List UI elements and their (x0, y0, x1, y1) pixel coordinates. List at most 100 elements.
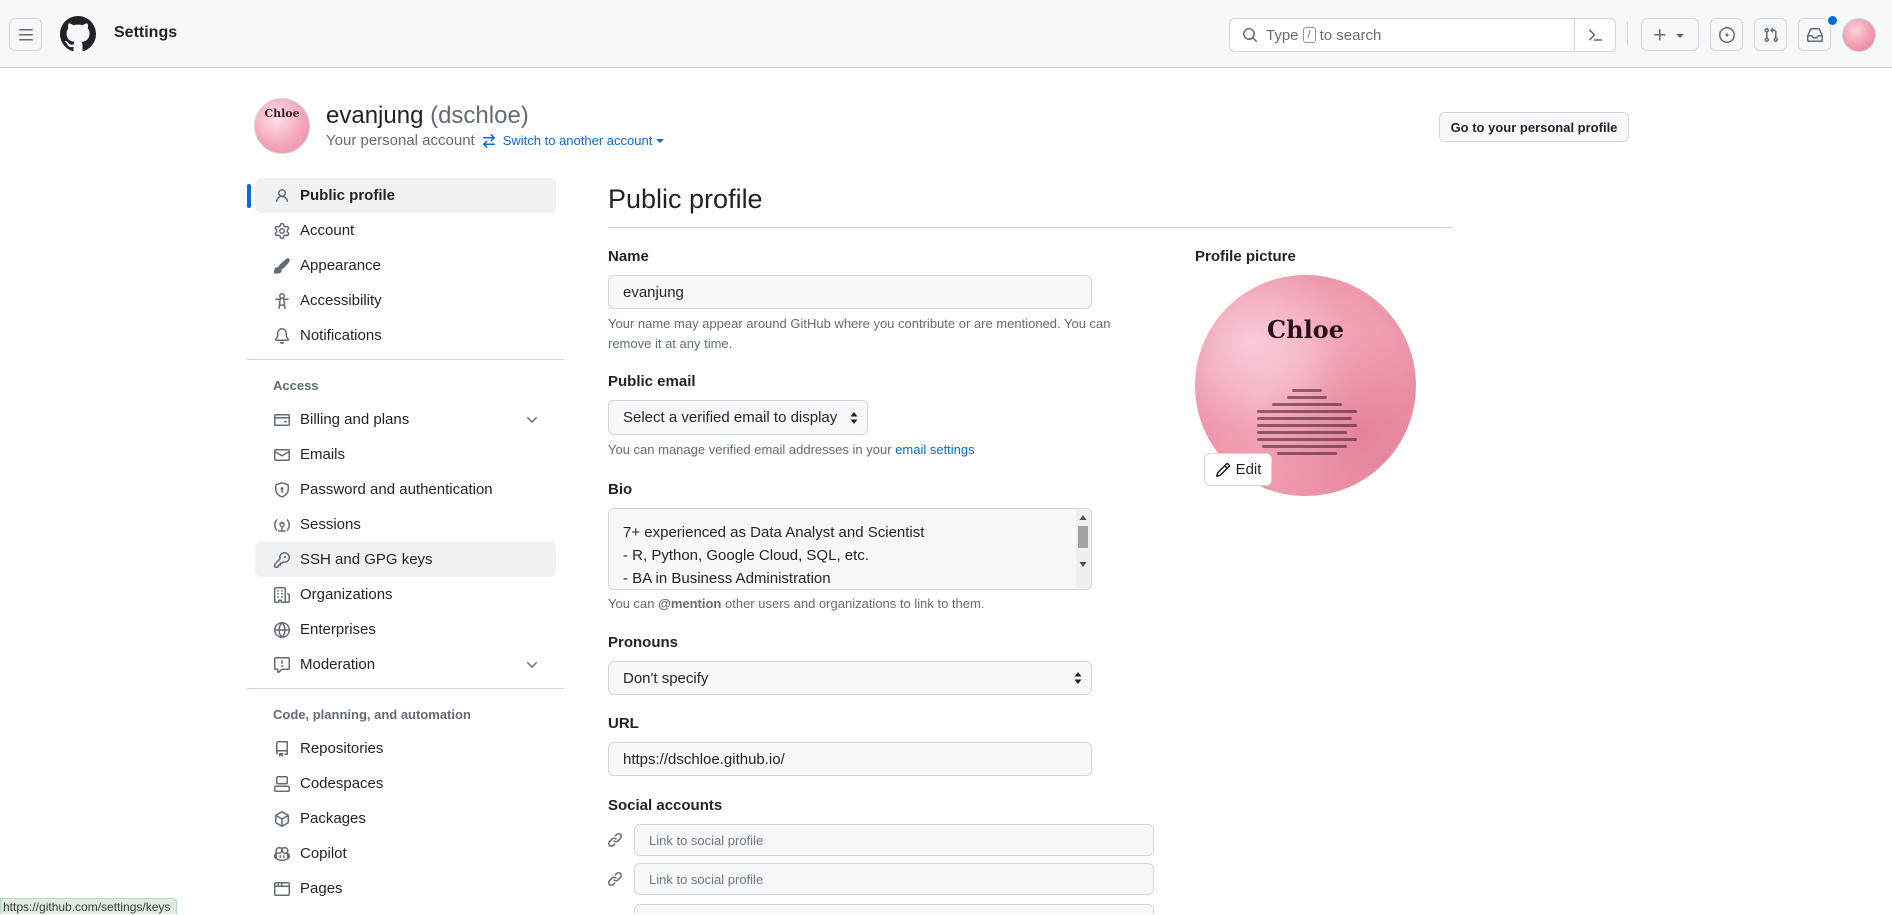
page-title: Public profile (608, 184, 763, 214)
sidebar-item-billing[interactable]: Billing and plans (255, 402, 556, 437)
sidebar-item-enterprises[interactable]: Enterprises (255, 612, 556, 647)
create-new-button[interactable] (1641, 18, 1699, 51)
sidebar-item-packages[interactable]: Packages (255, 801, 556, 836)
name-field-value: evanjung (623, 283, 684, 301)
sidebar-item-accessibility[interactable]: Accessibility (255, 283, 556, 318)
scroll-down-icon (1079, 562, 1087, 567)
sidebar-item-label: Codespaces (300, 775, 384, 792)
accessibility-icon (273, 292, 291, 310)
sidebar-item-emails[interactable]: Emails (255, 437, 556, 472)
sidebar-item-codespaces[interactable]: Codespaces (255, 766, 556, 801)
codespaces-icon (273, 775, 291, 793)
git-pull-request-icon (1763, 27, 1778, 42)
name-label: Name (608, 248, 649, 265)
profile-picture-decoration (1257, 385, 1357, 459)
pronouns-select[interactable]: Don't specify (608, 661, 1092, 695)
social-link-input-1[interactable]: Link to social profile (634, 824, 1154, 856)
account-display-name[interactable]: evanjung (326, 102, 423, 129)
issues-button[interactable] (1710, 18, 1743, 51)
menu-button[interactable] (9, 18, 42, 51)
plus-icon (1654, 28, 1666, 40)
terminal-icon (1589, 29, 1602, 41)
search-prefix: Type (1266, 26, 1299, 44)
report-icon (273, 656, 291, 674)
sidebar-item-pages[interactable]: Pages (255, 871, 556, 906)
edit-picture-button[interactable]: Edit (1204, 453, 1272, 486)
sidebar-item-appearance[interactable]: Appearance (255, 248, 556, 283)
arrow-switch-icon (482, 133, 495, 148)
sidebar-item-label: Copilot (300, 845, 347, 862)
name-field[interactable]: evanjung (608, 275, 1092, 309)
url-field[interactable]: https://dschloe.github.io/ (608, 742, 1092, 776)
sidebar-heading-access: Access (273, 378, 319, 393)
issue-opened-icon (1718, 26, 1735, 43)
bio-line: - R, Python, Google Cloud, SQL, etc. (623, 547, 869, 564)
paintbrush-icon (273, 257, 291, 275)
public-email-select[interactable]: Select a verified email to display (608, 400, 868, 435)
sidebar-item-label: Enterprises (300, 621, 376, 638)
copilot-icon (273, 845, 291, 863)
sidebar-item-notifications[interactable]: Notifications (255, 318, 556, 353)
sidebar-item-label: Public profile (300, 187, 396, 204)
repo-icon (273, 740, 291, 758)
bio-line: - BA in Business Administration (623, 570, 831, 587)
pronouns-label: Pronouns (608, 634, 678, 651)
bio-textarea[interactable]: 7+ experienced as Data Analyst and Scien… (608, 508, 1092, 590)
bio-note-prefix: You can (608, 596, 655, 611)
sidebar-item-password[interactable]: Password and authentication (255, 472, 556, 507)
sidebar-item-moderation[interactable]: Moderation (255, 647, 556, 682)
social-link-input-2[interactable]: Link to social profile (634, 863, 1154, 895)
email-note-text: You can manage verified email addresses … (608, 442, 892, 457)
sidebar-item-label: Pages (300, 880, 343, 897)
go-to-profile-button[interactable]: Go to your personal profile (1439, 112, 1629, 142)
sidebar-item-ssh-gpg-keys[interactable]: SSH and GPG keys (255, 542, 556, 577)
browser-icon (273, 880, 291, 898)
sidebar-item-label: Billing and plans (300, 411, 410, 428)
pull-requests-button[interactable] (1754, 18, 1787, 51)
sidebar-item-label: Account (300, 222, 355, 239)
sidebar-item-sessions[interactable]: Sessions (255, 507, 556, 542)
sidebar-item-label: Password and authentication (300, 481, 493, 498)
command-palette-button[interactable] (1574, 19, 1615, 51)
email-note: You can manage verified email addresses … (608, 440, 975, 460)
sidebar-item-label: Organizations (300, 586, 393, 603)
hamburger-icon (18, 28, 33, 40)
package-icon (273, 810, 291, 828)
sidebar-item-organizations[interactable]: Organizations (255, 577, 556, 612)
search-input[interactable]: Type / to search (1229, 18, 1616, 52)
triangle-down-icon (1676, 33, 1684, 38)
settings-sidebar: Public profile Account Appearance Access… (247, 178, 564, 906)
switch-account-button[interactable]: Switch to another account (481, 133, 665, 149)
sidebar-item-public-profile[interactable]: Public profile (247, 178, 556, 213)
bell-icon (273, 327, 291, 345)
sidebar-item-label: Emails (300, 446, 346, 463)
github-logo-icon[interactable] (60, 16, 96, 52)
email-settings-link[interactable]: email settings (895, 442, 974, 457)
social-link-input-3[interactable] (634, 904, 1154, 914)
active-indicator (247, 184, 251, 208)
sidebar-heading-code: Code, planning, and automation (273, 707, 471, 722)
sidebar-item-copilot[interactable]: Copilot (255, 836, 556, 871)
sidebar-item-label: SSH and GPG keys (300, 551, 433, 568)
link-icon (607, 871, 625, 889)
title-divider (608, 227, 1453, 228)
person-icon (273, 187, 291, 205)
search-shortcut-key: / (1302, 27, 1316, 43)
sidebar-item-account[interactable]: Account (255, 213, 556, 248)
broadcast-icon (273, 516, 291, 534)
user-avatar[interactable] (1842, 18, 1876, 52)
bio-note-suffix: other users and organizations to link to… (725, 596, 985, 611)
account-subtitle: Your personal account (326, 132, 475, 149)
credit-card-icon (273, 411, 291, 429)
sidebar-item-repositories[interactable]: Repositories (255, 731, 556, 766)
bio-scroll-thumb[interactable] (1078, 526, 1088, 548)
context-title[interactable]: Settings (114, 24, 177, 42)
caret-down-icon (656, 138, 665, 143)
search-suffix: to search (1319, 26, 1382, 44)
profile-picture-title: Chloe (1267, 315, 1344, 344)
bio-scrollbar[interactable] (1076, 510, 1090, 588)
account-subtitle-row: Your personal account Switch to another … (326, 132, 665, 149)
public-email-label: Public email (608, 373, 696, 390)
chevron-down-icon (524, 657, 540, 673)
account-avatar-text: Chloe (264, 107, 300, 120)
